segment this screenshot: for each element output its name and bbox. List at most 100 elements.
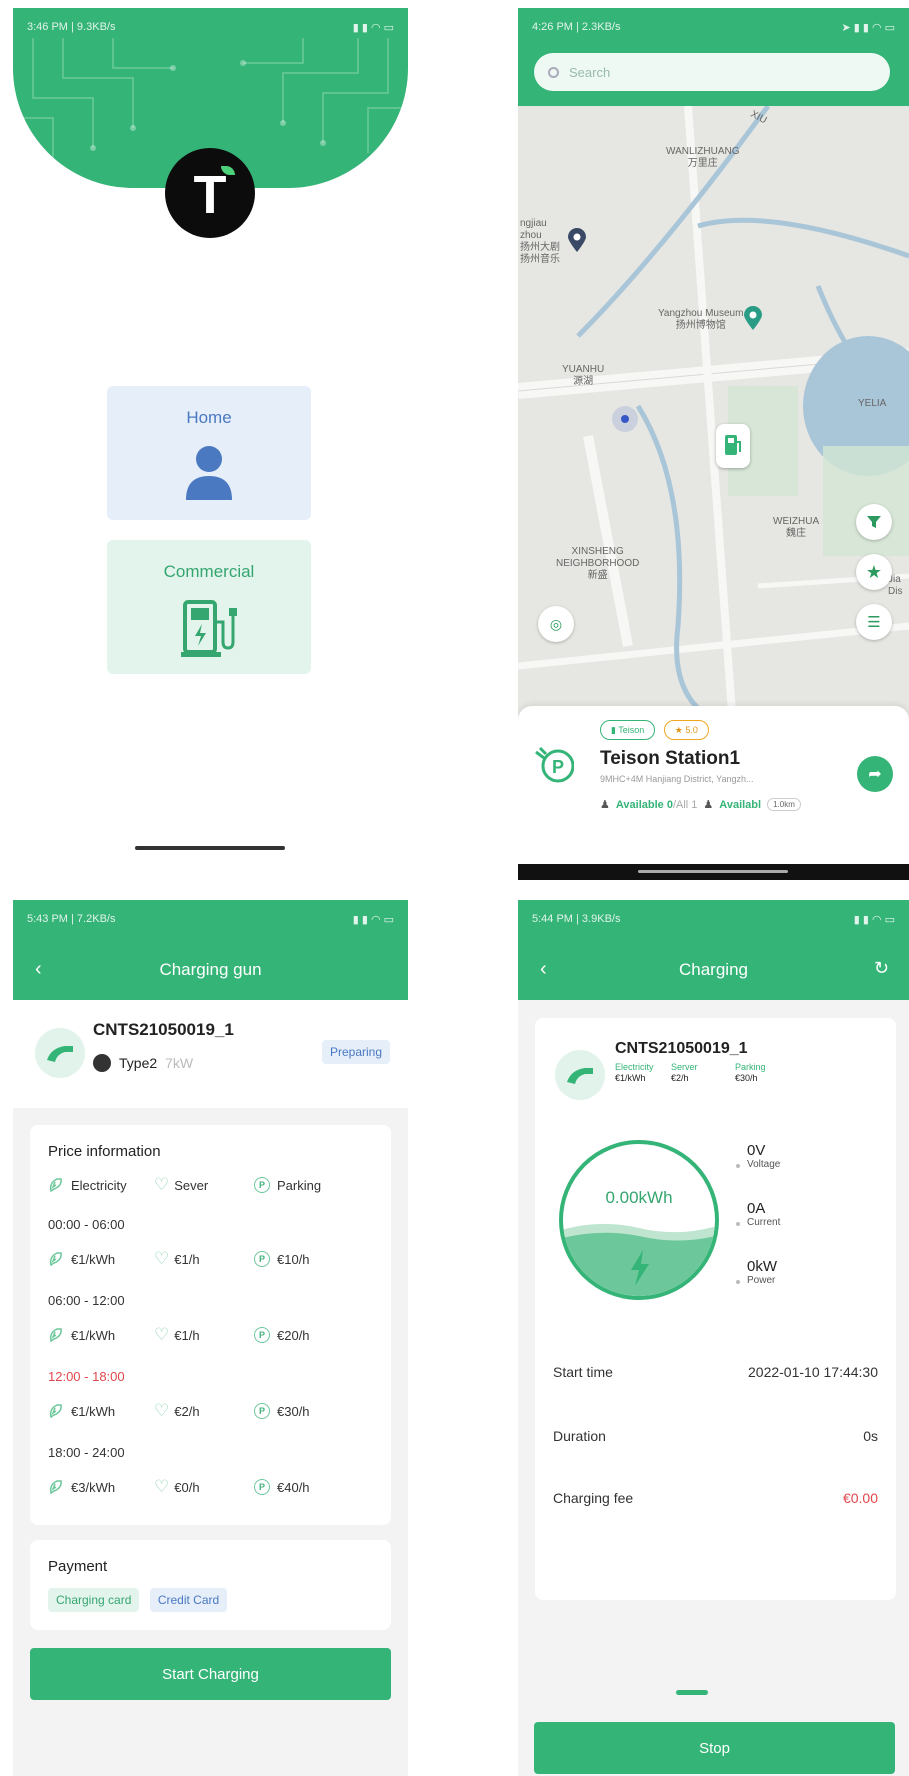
stop-button[interactable]: Stop — [534, 1722, 895, 1774]
pager-indicator — [676, 1690, 708, 1695]
gun-header: CNTS21050019_1 Type2 7kW Preparing — [13, 1000, 408, 1108]
charging-card: CNTS21050019_1 Electricity €1/kWh Server €… — [535, 1018, 896, 1600]
electricity-icon — [49, 1404, 62, 1419]
all-dc: /All 1 — [672, 798, 698, 811]
credit-card-option[interactable]: Credit Card — [149, 1588, 228, 1612]
station-card[interactable]: P ▮ Teison ★ 5.0 Teison Station1 9MHC+4M… — [518, 706, 909, 864]
list-button[interactable]: ☰ — [856, 604, 892, 640]
start-charging-button[interactable]: Start Charging — [30, 1648, 391, 1700]
price-title: Price information — [48, 1143, 161, 1160]
home-card[interactable]: Home — [107, 386, 311, 520]
heart-icon: ♡ — [154, 1325, 170, 1344]
app-logo: T — [165, 148, 255, 238]
parking-icon: P — [254, 1251, 270, 1267]
gesture-bar — [518, 864, 909, 880]
filter-button[interactable] — [856, 504, 892, 540]
refresh-icon[interactable]: ↻ — [874, 958, 889, 979]
person-icon — [186, 446, 232, 500]
map-header: 4:26 PM | 2.3KB/s ➤ ▮ ▮ ◠ ▭ Search — [518, 8, 909, 106]
map-label-yuanhu: YUANHU 源湖 — [562, 364, 605, 387]
station-logo: P — [534, 744, 575, 784]
price-slot-row: €1/kWh ♡ €1/h P €20/h — [48, 1325, 310, 1345]
duration-row: Duration 0s — [553, 1428, 878, 1444]
status-badge: Preparing — [321, 1040, 390, 1064]
price-slot-row: €3/kWh ♡ €0/h P €40/h — [48, 1477, 310, 1497]
price-slot-time: 12:00 - 18:00 — [48, 1369, 125, 1384]
parking-icon: P — [254, 1403, 270, 1419]
slot-sever: €2/h — [174, 1403, 200, 1419]
svg-text:P: P — [552, 757, 564, 777]
operator-tag: ▮ Teison — [600, 720, 656, 740]
energy-value: 0.00kWh — [605, 1188, 673, 1207]
status-time: 5:44 PM | 3.9KB/s — [532, 913, 621, 925]
price-slot-row: €1/kWh ♡ €1/h P €10/h — [48, 1249, 310, 1269]
power-metric: 0kW Power — [736, 1258, 777, 1286]
slot-sever: €1/h — [174, 1327, 200, 1343]
price-slot-time: 00:00 - 06:00 — [48, 1217, 125, 1232]
directions-icon: ➦ — [868, 766, 882, 783]
map-view[interactable]: WANLIZHUANG 万里庄 XIU ngjiau zhou 扬州大剧 扬州音乐 Y… — [518, 104, 909, 729]
status-bar: 5:44 PM | 3.9KB/s ▮ ▮ ◠ ▭ — [518, 900, 909, 938]
search-icon — [548, 66, 559, 78]
available-ac: Availabl — [719, 798, 762, 811]
connector-power: 7kW — [165, 1055, 194, 1071]
rate-parking: Parking €30/h — [735, 1062, 766, 1083]
voltage-metric: 0V Voltage — [736, 1142, 780, 1170]
status-time: 5:43 PM | 7.2KB/s — [27, 913, 116, 925]
slot-parking: €20/h — [277, 1327, 310, 1343]
top-nav: 5:44 PM | 3.9KB/s ▮ ▮ ◠ ▭ ‹ Charging ↻ — [518, 900, 909, 1000]
status-bar: 4:26 PM | 2.3KB/s ➤ ▮ ▮ ◠ ▭ — [518, 8, 909, 46]
role-select-screen: 3:46 PM | 9.3KB/s ▮ ▮ ◠ ▭ T Home Commerc… — [13, 8, 408, 868]
logo-mark: T — [193, 165, 227, 225]
gun-icon-wrap — [35, 1028, 85, 1078]
price-legend: Electricity ♡ Sever P Parking — [48, 1175, 321, 1195]
status-bar: 5:43 PM | 7.2KB/s ▮ ▮ ◠ ▭ — [13, 900, 408, 938]
commercial-card-title: Commercial — [163, 562, 255, 581]
status-icons: ➤ ▮ ▮ ◠ ▭ — [841, 21, 895, 34]
status-time: 4:26 PM | 2.3KB/s — [532, 21, 621, 33]
map-label-weizhuang: WEIZHUA 魏庄 — [773, 516, 820, 539]
map-label-museum: Yangzhou Museum 扬州博物馆 — [658, 308, 744, 331]
payment-title: Payment — [48, 1558, 108, 1575]
my-location-marker — [612, 406, 638, 432]
connector-type: Type2 — [119, 1055, 158, 1071]
rating-tag: ★ 5.0 — [663, 720, 709, 740]
status-time: 3:46 PM | 9.3KB/s — [27, 21, 116, 33]
map-roads — [518, 104, 909, 729]
target-icon: ◎ — [549, 615, 563, 632]
dc-connector-icon: ♟ — [600, 799, 610, 811]
slot-electricity: €3/kWh — [71, 1479, 116, 1495]
electricity-icon — [49, 1252, 62, 1267]
slot-parking: €30/h — [277, 1403, 310, 1419]
station-marker[interactable] — [716, 424, 750, 468]
status-icons: ▮ ▮ ◠ ▭ — [352, 21, 394, 34]
list-icon: ☰ — [867, 614, 881, 631]
charging-station-icon — [181, 600, 237, 657]
status-icons: ▮ ▮ ◠ ▭ — [352, 913, 394, 926]
favorites-button[interactable]: ★ — [856, 554, 892, 590]
museum-pin-icon[interactable] — [744, 306, 762, 330]
type2-icon — [93, 1054, 111, 1072]
electricity-icon — [49, 1328, 62, 1343]
star-icon: ★ — [865, 561, 883, 582]
charging-screen: 5:44 PM | 3.9KB/s ▮ ▮ ◠ ▭ ‹ Charging ↻ C… — [518, 900, 909, 1776]
map-label-left: ngjiau zhou 扬州大剧 扬州音乐 — [520, 218, 560, 265]
gesture-bar — [135, 846, 285, 850]
heart-icon: ♡ — [154, 1249, 170, 1268]
search-input[interactable]: Search — [534, 53, 890, 91]
commercial-card[interactable]: Commercial — [107, 540, 311, 674]
charger-icon — [725, 435, 741, 455]
price-slot-row: €1/kWh ♡ €2/h P €30/h — [48, 1401, 310, 1421]
station-address: 9MHC+4M Hanjiang District, Yangzh... — [600, 774, 754, 784]
payment-card: Payment Charging card Credit Card — [30, 1540, 391, 1630]
plug-p-icon: P — [535, 746, 575, 783]
navigate-button[interactable]: ➦ — [857, 756, 893, 792]
energy-gauge — [559, 1140, 719, 1300]
available-dc: Available 0 — [615, 798, 673, 811]
locate-button[interactable]: ◎ — [538, 606, 574, 642]
search-placeholder: Search — [569, 64, 611, 80]
distance-badge: 1.0km — [767, 798, 801, 811]
place-pin-icon[interactable] — [568, 228, 586, 252]
charging-card-option[interactable]: Charging card — [48, 1588, 140, 1612]
map-screen: WANLIZHUANG 万里庄 XIU ngjiau zhou 扬州大剧 扬州音乐 Y… — [518, 8, 909, 880]
